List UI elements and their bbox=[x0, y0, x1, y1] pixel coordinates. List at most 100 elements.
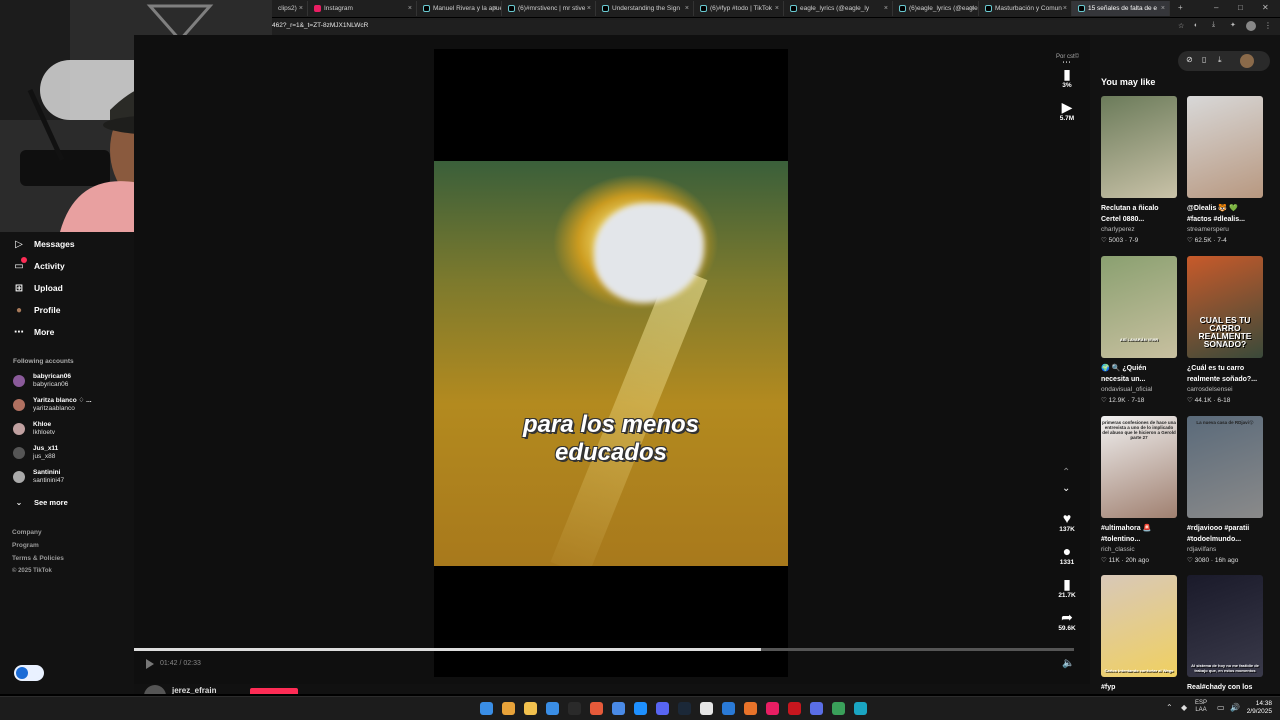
recommended-card[interactable]: CUAL ES TU CARRO REALMENTE SONADO? ¿Cuál … bbox=[1187, 256, 1263, 406]
device-icon[interactable]: ▯ bbox=[1202, 55, 1206, 64]
video-thumbnail[interactable] bbox=[1101, 96, 1177, 198]
previous-video-icon[interactable]: ⌃ bbox=[1062, 467, 1070, 478]
new-tab-button[interactable]: + bbox=[1178, 3, 1183, 12]
taskbar-app-icon[interactable] bbox=[612, 702, 625, 715]
comment-action[interactable]: ● 1331 bbox=[1052, 543, 1082, 566]
extensions-icon[interactable]: ◐ bbox=[1194, 22, 1198, 29]
url-text[interactable]: 462?_r=1&_t=ZT-8zMJX1NLWcR bbox=[272, 22, 368, 29]
video-thumbnail[interactable]: CUAL ES TU CARRO REALMENTE SONADO? bbox=[1187, 256, 1263, 358]
recommended-card[interactable]: ASÍ LAVARÁN VIVIR 🌍 🔍 ¿Quién necesita un..… bbox=[1101, 256, 1177, 406]
taskbar-app-icon[interactable] bbox=[546, 702, 559, 715]
browser-menu-icon[interactable]: ⋮ bbox=[1264, 21, 1272, 30]
browser-tab[interactable]: (6)#mrstivenc | mr stive × bbox=[502, 1, 596, 16]
video-thumbnail[interactable]: ASÍ LAVARÁN VIVIR bbox=[1101, 256, 1177, 358]
browser-tab[interactable]: (6)eagle_lyrics (@eagle × bbox=[893, 1, 979, 16]
browser-tab[interactable]: Masturbación y Comun × bbox=[979, 1, 1072, 16]
follow-button[interactable] bbox=[250, 688, 298, 694]
footer-program[interactable]: Program bbox=[12, 542, 39, 549]
volume-tray-icon[interactable]: 🔊 bbox=[1230, 703, 1240, 712]
following-account[interactable]: Jus_x11 jus_x88 bbox=[13, 445, 58, 461]
browser-tab[interactable]: clips2) × bbox=[272, 1, 308, 16]
close-window-button[interactable]: ✕ bbox=[1262, 3, 1269, 12]
stats-action[interactable]: ▮ 3% bbox=[1052, 66, 1082, 89]
taskbar-app-icon[interactable] bbox=[832, 702, 845, 715]
recommended-card[interactable]: Al sistema de hoy no me fastidie de trab… bbox=[1187, 575, 1263, 693]
taskbar-app-icon[interactable] bbox=[568, 702, 581, 715]
tab-close-icon[interactable]: × bbox=[884, 5, 888, 12]
plays-action[interactable]: ▶ 5.7M bbox=[1052, 99, 1082, 122]
footer-company[interactable]: Company bbox=[12, 529, 42, 536]
video-thumbnail[interactable]: Al sistema de hoy no me fastidie de trab… bbox=[1187, 575, 1263, 677]
download-icon[interactable]: ⤓ bbox=[1218, 55, 1222, 65]
sidebar-item-profile[interactable]: ● Profile bbox=[13, 304, 60, 316]
browser-tab[interactable]: Manuel Rivera y la apue × bbox=[417, 1, 502, 16]
tab-close-icon[interactable]: × bbox=[587, 5, 591, 12]
taskbar-app-icon[interactable] bbox=[678, 702, 691, 715]
toggle-switch[interactable] bbox=[14, 665, 44, 681]
compass-icon[interactable]: ⊘ bbox=[1186, 55, 1193, 64]
recommended-card[interactable]: Reclutan a ñicalo Certel 0880... charlyper… bbox=[1101, 96, 1177, 246]
volume-icon[interactable]: 🔈 bbox=[1062, 658, 1074, 669]
taskbar-app-icon[interactable] bbox=[810, 702, 823, 715]
download-icon[interactable]: ⤓ bbox=[1212, 21, 1215, 29]
following-account[interactable]: Santinini santinini47 bbox=[13, 469, 64, 485]
taskbar-app-icon[interactable] bbox=[744, 702, 757, 715]
taskbar-app-icon[interactable] bbox=[590, 702, 603, 715]
bookmark-star-icon[interactable]: ☆ bbox=[1178, 22, 1184, 30]
footer-terms[interactable]: Terms & Policies bbox=[12, 555, 64, 562]
following-account[interactable]: Yaritza blanco ♢ ... yaritzaablanco bbox=[13, 397, 92, 413]
taskbar-app-icon[interactable] bbox=[788, 702, 801, 715]
recommended-card[interactable]: La nueva casa de RDjavi😮 #rdjaviooo #para… bbox=[1187, 416, 1263, 566]
tab-close-icon[interactable]: × bbox=[493, 5, 497, 12]
see-more-button[interactable]: ⌄ See more bbox=[13, 496, 68, 508]
language-indicator[interactable]: ESP LAA bbox=[1195, 700, 1207, 714]
tab-close-icon[interactable]: × bbox=[408, 5, 412, 12]
taskbar-app-icon[interactable] bbox=[502, 702, 515, 715]
tab-close-icon[interactable]: × bbox=[1161, 5, 1165, 12]
browser-tab[interactable]: Instagram × bbox=[308, 1, 417, 16]
tab-close-icon[interactable]: × bbox=[299, 5, 303, 12]
taskbar-app-icon[interactable] bbox=[634, 702, 647, 715]
video-player[interactable]: para los menos educados bbox=[434, 49, 788, 677]
address-bar[interactable]: 462?_r=1&_t=ZT-8zMJX1NLWcR ☆ ◐ ⤓ ✦ ⋮ bbox=[272, 18, 1280, 35]
maximize-button[interactable]: □ bbox=[1238, 3, 1243, 12]
sidebar-item-activity[interactable]: ▭ Activity bbox=[13, 257, 65, 272]
display-icon[interactable]: ▭ bbox=[1217, 703, 1225, 712]
bookmark-action[interactable]: ▮ 21.7K bbox=[1052, 576, 1082, 599]
sidebar-item-upload[interactable]: ⊞ Upload bbox=[13, 282, 63, 294]
taskbar-app-icon[interactable] bbox=[722, 702, 735, 715]
recommended-card[interactable]: @Dlealis 🐯 💚 #factos #dlealis... streamers… bbox=[1187, 96, 1263, 246]
video-thumbnail[interactable] bbox=[1187, 96, 1263, 198]
following-account[interactable]: Khloe lkhloetv bbox=[13, 421, 55, 437]
profile-avatar[interactable] bbox=[1246, 21, 1256, 31]
clock[interactable]: 14:38 2/9/2025 bbox=[1244, 700, 1272, 716]
minimize-button[interactable]: – bbox=[1214, 3, 1218, 12]
browser-tab[interactable]: Understanding the Sign × bbox=[596, 1, 694, 16]
user-avatar[interactable] bbox=[1240, 54, 1254, 68]
like-action[interactable]: ♥ 137K bbox=[1052, 510, 1082, 533]
tab-close-icon[interactable]: × bbox=[685, 5, 689, 12]
taskbar-app-icon[interactable] bbox=[700, 702, 713, 715]
tab-close-icon[interactable]: × bbox=[775, 5, 779, 12]
taskbar-app-icon[interactable] bbox=[524, 702, 537, 715]
next-video-icon[interactable]: ⌄ bbox=[1062, 483, 1070, 494]
author-avatar[interactable] bbox=[144, 685, 166, 694]
tray-app-icon[interactable]: ◆ bbox=[1181, 703, 1187, 712]
taskbar-app-icon[interactable] bbox=[766, 702, 779, 715]
recommended-card[interactable]: primeras confesiones de hace una entrevi… bbox=[1101, 416, 1177, 566]
browser-tab[interactable]: 15 señales de falta de e × bbox=[1072, 1, 1170, 16]
tab-close-icon[interactable]: × bbox=[970, 5, 974, 12]
video-thumbnail[interactable]: Carlos Intentando confortar al Wago bbox=[1101, 575, 1177, 677]
taskbar-app-icon[interactable] bbox=[854, 702, 867, 715]
share-action[interactable]: ➦ 59.6K bbox=[1052, 609, 1082, 632]
browser-tab[interactable]: (6)#fyp #todo | TikTok × bbox=[694, 1, 784, 16]
video-progress-bar[interactable] bbox=[134, 648, 1074, 651]
recommended-card[interactable]: Carlos Intentando confortar al Wago #fyp bbox=[1101, 575, 1177, 693]
following-account[interactable]: babyrican06 babyrican06 bbox=[13, 373, 71, 389]
video-thumbnail[interactable]: primeras confesiones de hace una entrevi… bbox=[1101, 416, 1177, 518]
taskbar-app-icon[interactable] bbox=[656, 702, 669, 715]
extension-puzzle-icon[interactable]: ✦ bbox=[1230, 21, 1236, 29]
video-thumbnail[interactable]: La nueva casa de RDjavi😮 bbox=[1187, 416, 1263, 518]
start-icon[interactable] bbox=[480, 702, 493, 715]
sidebar-item-more[interactable]: ⋯ More bbox=[13, 326, 54, 338]
